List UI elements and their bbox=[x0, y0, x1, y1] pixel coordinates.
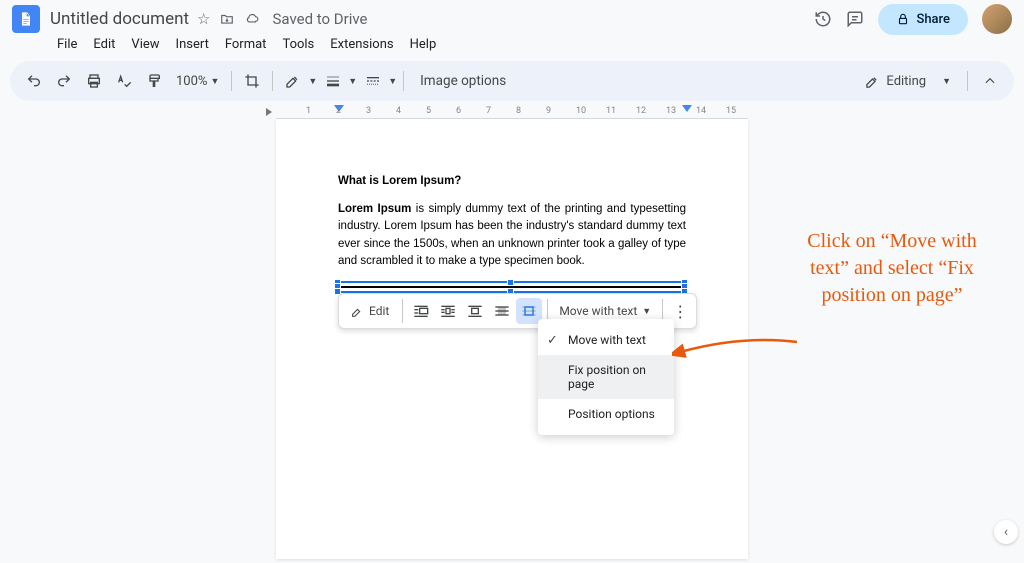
menu-format[interactable]: Format bbox=[218, 34, 274, 55]
print-button[interactable] bbox=[80, 67, 108, 95]
document-title[interactable]: Untitled document bbox=[50, 9, 189, 29]
editing-mode-button[interactable]: Editing ▼ bbox=[857, 74, 959, 89]
behind-text-button[interactable] bbox=[489, 298, 515, 324]
pencil-icon bbox=[865, 74, 880, 89]
spellcheck-button[interactable] bbox=[110, 67, 138, 95]
crop-button[interactable] bbox=[238, 67, 266, 95]
menu-tools[interactable]: Tools bbox=[275, 34, 321, 55]
menu-bar: File Edit View Insert Format Tools Exten… bbox=[0, 32, 1024, 61]
check-icon: ✓ bbox=[547, 333, 558, 348]
menu-view[interactable]: View bbox=[124, 34, 166, 55]
dropdown-item-position-options[interactable]: Position options bbox=[538, 399, 674, 429]
share-button[interactable]: Share bbox=[878, 4, 968, 35]
save-status-text: Saved to Drive bbox=[273, 10, 368, 28]
menu-edit[interactable]: Edit bbox=[86, 34, 122, 55]
user-avatar[interactable] bbox=[982, 4, 1012, 34]
lock-icon bbox=[896, 12, 910, 26]
horizontal-ruler[interactable]: 123456789101112131415 bbox=[276, 105, 748, 119]
star-icon[interactable]: ☆ bbox=[197, 10, 210, 28]
border-color-button[interactable] bbox=[279, 67, 307, 95]
menu-extensions[interactable]: Extensions bbox=[323, 34, 400, 55]
dropdown-item-move-with-text[interactable]: ✓ Move with text bbox=[538, 325, 674, 355]
position-dropdown-menu: ✓ Move with text Fix position on page Po… bbox=[538, 319, 674, 435]
left-indent-marker[interactable] bbox=[266, 108, 277, 116]
menu-file[interactable]: File bbox=[50, 34, 84, 55]
collapse-toolbar-button[interactable] bbox=[976, 67, 1004, 95]
menu-insert[interactable]: Insert bbox=[169, 34, 216, 55]
border-weight-button[interactable] bbox=[319, 67, 347, 95]
document-paragraph[interactable]: Lorem Ipsum is simply dummy text of the … bbox=[338, 201, 686, 270]
border-dash-button[interactable] bbox=[359, 67, 387, 95]
edit-image-button[interactable]: Edit bbox=[343, 300, 397, 322]
break-text-button[interactable] bbox=[462, 298, 488, 324]
selected-image[interactable] bbox=[338, 283, 684, 291]
redo-button[interactable] bbox=[50, 67, 78, 95]
toolbar: 100%▼ ▼ ▼ ▼ Image options Editing ▼ bbox=[10, 61, 1014, 101]
wrap-inline-button[interactable] bbox=[408, 298, 434, 324]
undo-button[interactable] bbox=[20, 67, 48, 95]
pencil-icon bbox=[351, 305, 364, 318]
right-indent-marker[interactable] bbox=[682, 105, 692, 112]
title-bar: Untitled document ☆ Saved to Drive Share bbox=[0, 0, 1024, 32]
cloud-saved-icon[interactable] bbox=[243, 12, 261, 26]
dropdown-item-fix-position[interactable]: Fix position on page bbox=[538, 355, 674, 399]
resize-handle-n[interactable] bbox=[507, 279, 514, 286]
document-page[interactable]: What is Lorem Ipsum? Lorem Ipsum is simp… bbox=[276, 119, 748, 559]
document-canvas[interactable]: 123456789101112131415 What is Lorem Ipsu… bbox=[0, 101, 1024, 563]
annotation-text: Click on “Move with text” and select “Fi… bbox=[792, 228, 992, 309]
zoom-select[interactable]: 100%▼ bbox=[170, 74, 225, 89]
paint-format-button[interactable] bbox=[140, 67, 168, 95]
wrap-text-button[interactable] bbox=[435, 298, 461, 324]
menu-help[interactable]: Help bbox=[403, 34, 444, 55]
share-label: Share bbox=[916, 12, 950, 27]
docs-logo-icon[interactable] bbox=[12, 5, 40, 33]
explore-button[interactable]: ‹ bbox=[994, 520, 1018, 544]
document-heading[interactable]: What is Lorem Ipsum? bbox=[338, 175, 686, 187]
history-icon[interactable] bbox=[814, 10, 832, 28]
move-folder-icon[interactable] bbox=[219, 12, 235, 26]
image-options-button[interactable]: Image options bbox=[410, 73, 516, 89]
comments-icon[interactable] bbox=[846, 10, 864, 28]
